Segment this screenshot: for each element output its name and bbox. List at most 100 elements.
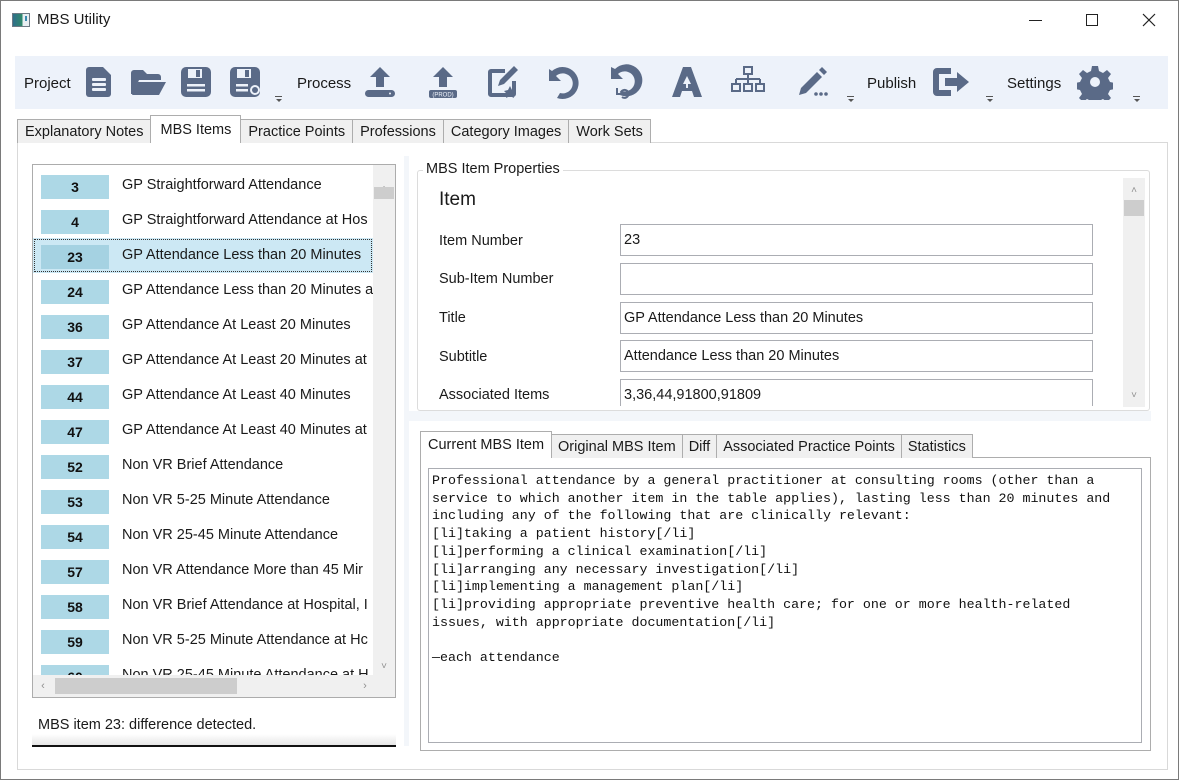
properties-scroll-thumb[interactable] [1124,200,1144,216]
detail-tabs: Current MBS Item Original MBS Item Diff … [420,431,973,458]
settings-button[interactable] [1075,64,1115,106]
export-icon [933,68,969,96]
upload-button[interactable] [362,64,398,100]
properties-scroll-down-icon[interactable]: ˅ [1123,385,1145,405]
upload-prod-button[interactable]: (PROD) [425,64,461,100]
hierarchy-button[interactable] [730,64,766,100]
list-vertical-scrollbar[interactable]: ˄ ˅ [373,165,395,676]
list-item[interactable]: 59 Non VR 5-25 Minute Attendance at Hc [33,623,373,658]
close-icon [1142,13,1156,27]
list-item[interactable]: 23 GP Attendance Less than 20 Minutes [33,238,373,273]
properties-scroll-area: Item Item Number Sub-Item Number Title S… [419,173,1122,406]
tab-statistics[interactable]: Statistics [900,434,973,458]
tab-work-sets[interactable]: Work Sets [568,119,651,143]
save-button[interactable] [178,64,214,100]
status-message: MBS item 23: difference detected. [38,717,257,733]
tab-practice-points[interactable]: Practice Points [240,119,354,143]
pen-more-button[interactable] [795,64,831,100]
save-as-button[interactable] [227,64,263,100]
scroll-corner [373,675,395,697]
list-item[interactable]: 36 GP Attendance At Least 20 Minutes [33,308,373,343]
list-item[interactable]: 58 Non VR Brief Attendance at Hospital, I [33,588,373,623]
properties-scrollbar[interactable]: ˄ ˅ [1123,178,1145,407]
item-number-badge: 23 [41,245,109,269]
project-group-label: Project [24,75,71,92]
item-title: GP Attendance Less than 20 Minutes a [122,282,374,298]
sub-item-number-field[interactable] [620,263,1093,295]
properties-scroll-up-icon[interactable]: ˄ [1123,180,1145,200]
list-item[interactable]: 24 GP Attendance Less than 20 Minutes a [33,273,373,308]
upload-icon [365,67,395,97]
undo-all-button[interactable] [607,64,643,100]
subtitle-field[interactable] [620,340,1093,372]
title-bar: MBS Utility [1,1,1178,39]
list-item[interactable]: 47 GP Attendance At Least 40 Minutes at [33,413,373,448]
list-item[interactable]: 52 Non VR Brief Attendance [33,448,373,483]
maximize-icon [1086,14,1098,26]
vertical-splitter[interactable] [404,156,409,746]
list-item[interactable]: 37 GP Attendance At Least 20 Minutes at [33,343,373,378]
list-item[interactable]: 44 GP Attendance At Least 40 Minutes [33,378,373,413]
maximize-button[interactable] [1063,1,1121,39]
item-number-badge: 44 [41,385,109,409]
title-field[interactable] [620,302,1093,334]
item-number-badge: 3 [41,175,109,199]
associated-items-field[interactable] [620,379,1093,406]
tab-associated-practice-points[interactable]: Associated Practice Points [716,434,902,458]
edit-button[interactable] [484,64,520,100]
list-item[interactable]: 4 GP Straightforward Attendance at Hos [33,203,373,238]
font-button[interactable] [669,64,705,100]
item-number-badge: 36 [41,315,109,339]
mbs-item-list[interactable]: 3 GP Straightforward Attendance 4 GP Straig… [32,164,396,698]
item-number-field[interactable] [620,224,1093,256]
item-title: GP Attendance At Least 40 Minutes at [122,422,367,438]
project-dropdown[interactable] [275,96,283,104]
item-number-badge: 57 [41,560,109,584]
publish-dropdown[interactable] [986,96,994,104]
item-title: Non VR Attendance More than 45 Mir [122,562,363,578]
item-title: Non VR 5-25 Minute Attendance at Hc [122,632,368,648]
scroll-right-icon[interactable]: › [355,675,375,697]
settings-dropdown[interactable] [1133,96,1141,104]
current-item-text-area[interactable]: Professional attendance by a general pra… [428,468,1142,743]
tab-original-mbs-item[interactable]: Original MBS Item [551,434,683,458]
list-item[interactable]: 3 GP Straightforward Attendance [33,168,373,203]
list-horizontal-scrollbar[interactable]: ‹ › [33,675,375,697]
new-document-button[interactable] [81,64,117,100]
open-folder-button[interactable] [128,64,168,100]
item-number-badge: 47 [41,420,109,444]
open-folder-icon [131,70,166,95]
list-vscroll-thumb[interactable] [374,187,394,199]
tab-mbs-items[interactable]: MBS Items [150,115,242,143]
list-item[interactable]: 54 Non VR 25-45 Minute Attendance [33,518,373,553]
item-number-badge: 52 [41,455,109,479]
item-title: GP Attendance Less than 20 Minutes [122,247,362,263]
minimize-button[interactable] [1006,1,1064,39]
process-dropdown[interactable] [847,96,855,104]
item-number-badge: 54 [41,525,109,549]
list-item[interactable]: 53 Non VR 5-25 Minute Attendance [33,483,373,518]
item-section-heading: Item [439,189,476,210]
tab-current-mbs-item[interactable]: Current MBS Item [420,431,553,458]
list-hscroll-thumb[interactable] [55,678,237,694]
scroll-left-icon[interactable]: ‹ [33,675,53,697]
undo-button[interactable] [545,64,581,100]
close-button[interactable] [1120,1,1178,39]
tab-explanatory-notes[interactable]: Explanatory Notes [17,119,152,143]
tab-category-images[interactable]: Category Images [442,119,570,143]
item-number-badge: 24 [41,280,109,304]
new-document-icon [86,67,111,97]
font-icon [672,67,702,97]
tab-professions[interactable]: Professions [352,119,444,143]
associated-items-label: Associated Items [439,387,550,403]
save-as-icon [230,67,260,97]
toolbar: Project Process (PROD) Publish Settings [15,56,1168,109]
export-button[interactable] [929,64,971,100]
list-item[interactable]: 57 Non VR Attendance More than 45 Mir [33,553,373,588]
minimize-icon [1028,19,1042,21]
item-title: GP Straightforward Attendance at Hos [122,212,368,228]
horizontal-splitter[interactable] [409,411,1151,421]
edit-icon [488,66,518,98]
tab-diff[interactable]: Diff [681,434,718,458]
scroll-down-icon[interactable]: ˅ [373,656,395,676]
